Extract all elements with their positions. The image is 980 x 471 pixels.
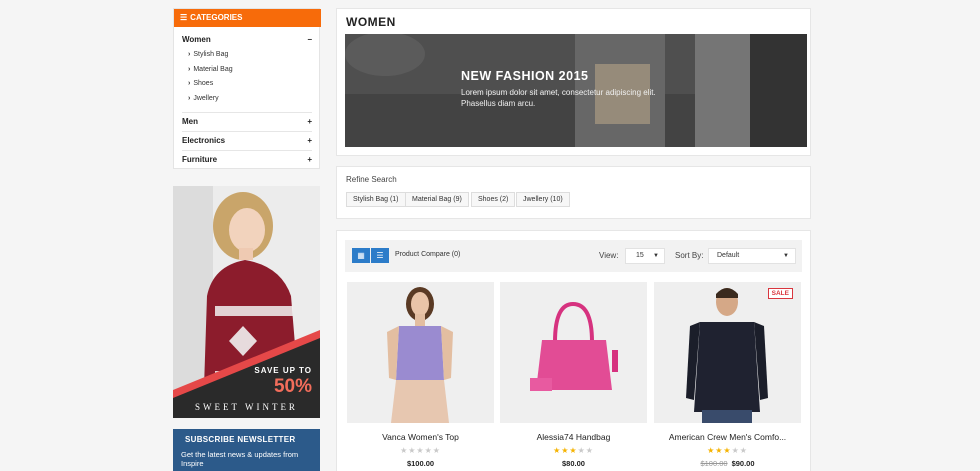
sort-select-value: Default xyxy=(717,252,740,259)
grid-icon: ▦ xyxy=(357,251,365,260)
category-label: Men xyxy=(182,117,198,126)
caret-down-icon: ▼ xyxy=(653,253,659,259)
newsletter-text: Get the latest news & updates from Inspi… xyxy=(181,450,299,468)
category-electronics[interactable]: Electronics + xyxy=(182,136,312,145)
banner-title: NEW FASHION 2015 xyxy=(461,69,589,83)
list-icon: ☰ xyxy=(376,251,384,260)
star-icon: ★★ xyxy=(577,446,594,455)
subcategory-label: Jwellery xyxy=(193,95,219,102)
promo-banner[interactable]: SAVE UP TO 50% SWEET WINTER xyxy=(173,186,320,418)
divider xyxy=(182,150,312,151)
chevron-right-icon: › xyxy=(188,80,191,87)
view-label: View: xyxy=(599,251,619,260)
product-image[interactable]: SALE xyxy=(654,282,801,423)
rating-stars: ★★★★★ xyxy=(500,446,647,455)
page-title: WOMEN xyxy=(346,15,396,29)
rating-stars: ★★★★★ xyxy=(654,446,801,455)
categories-title: CATEGORIES xyxy=(190,13,243,22)
product-price: $80.00 xyxy=(562,459,585,468)
product-price: $100.00 xyxy=(406,459,435,468)
womens-top-photo xyxy=(347,282,494,423)
refine-chip-jwellery[interactable]: Jwellery (10) xyxy=(516,192,570,207)
expand-icon[interactable]: + xyxy=(307,136,312,145)
sale-badge: SALE xyxy=(767,288,793,299)
subcategory-label: Material Bag xyxy=(193,66,233,73)
chevron-right-icon: › xyxy=(188,66,191,73)
product-name[interactable]: Alessia74 Handbag xyxy=(500,432,647,442)
star-icon: ★★★ xyxy=(553,446,578,455)
product-name[interactable]: American Crew Men's Comfo... xyxy=(654,432,801,442)
product-compare-link[interactable]: Product Compare (0) xyxy=(395,251,460,258)
product-name[interactable]: Vanca Women's Top xyxy=(347,432,494,442)
grid-view-button[interactable]: ▦ xyxy=(352,248,370,263)
refine-chip-shoes[interactable]: Shoes (2) xyxy=(471,192,516,207)
expand-icon[interactable]: + xyxy=(307,117,312,126)
category-women[interactable]: Women − xyxy=(182,35,312,44)
star-icon: ★★★ xyxy=(707,446,732,455)
subcategory-jwellery[interactable]: › Jwellery xyxy=(188,95,219,102)
sort-label: Sort By: xyxy=(675,251,704,260)
newsletter-title: SUBSCRIBE NEWSLETTER xyxy=(185,435,296,444)
categories-header: ☰ CATEGORIES xyxy=(174,9,321,27)
view-select[interactable]: 15 ▼ xyxy=(625,248,665,264)
refine-chip-stylish-bag[interactable]: Stylish Bag (1) xyxy=(346,192,406,207)
chevron-right-icon: › xyxy=(188,51,191,58)
category-furniture[interactable]: Furniture + xyxy=(182,155,312,164)
star-icon: ★★ xyxy=(731,446,748,455)
product-image[interactable] xyxy=(347,282,494,423)
mens-shirt-photo xyxy=(654,282,801,423)
promo-line-1: SAVE UP TO xyxy=(254,366,312,375)
listing-toolbar: ▦ ☰ Product Compare (0) View: 15 ▼ Sort … xyxy=(345,240,802,272)
subcategory-label: Shoes xyxy=(193,80,214,87)
caret-down-icon: ▼ xyxy=(783,253,789,259)
category-label: Women xyxy=(182,35,211,44)
expand-icon[interactable]: + xyxy=(307,155,312,164)
product-price: $90.00 xyxy=(731,459,755,468)
list-view-button[interactable]: ☰ xyxy=(371,248,389,263)
product-image[interactable] xyxy=(500,282,647,423)
category-banner: NEW FASHION 2015 Lorem ipsum dolor sit a… xyxy=(345,34,807,147)
refine-search-label: Refine Search xyxy=(346,175,397,184)
chevron-right-icon: › xyxy=(188,95,191,102)
menu-icon: ☰ xyxy=(180,13,188,22)
subcategory-material-bag[interactable]: › Material Bag xyxy=(188,66,233,73)
promo-line-2: 50% xyxy=(273,376,312,397)
product-price-group: $100.00 $90.00 xyxy=(654,459,801,468)
banner-text-line-1: Lorem ipsum dolor sit amet, consectetur … xyxy=(461,88,656,97)
refine-chip-material-bag[interactable]: Material Bag (9) xyxy=(405,192,469,207)
banner-text-line-2: Phasellus diam arcu. xyxy=(461,99,536,108)
divider xyxy=(182,112,312,113)
categories-panel: ☰ CATEGORIES Women − › Stylish Bag › Materi… xyxy=(173,8,321,169)
subcategory-label: Stylish Bag xyxy=(193,51,229,58)
divider xyxy=(182,131,312,132)
collapse-icon[interactable]: − xyxy=(307,35,312,44)
subcategory-shoes[interactable]: › Shoes xyxy=(188,80,213,87)
newsletter-box: SUBSCRIBE NEWSLETTER Get the latest news… xyxy=(173,429,320,471)
category-label: Furniture xyxy=(182,155,218,164)
category-men[interactable]: Men + xyxy=(182,117,312,126)
sort-select[interactable]: Default ▼ xyxy=(708,248,796,264)
rating-stars: ★★★★★ xyxy=(347,446,494,455)
promo-line-3: SWEET WINTER xyxy=(195,402,298,412)
view-select-value: 15 xyxy=(636,252,644,259)
old-price: $100.00 xyxy=(700,459,728,468)
handbag-photo xyxy=(500,282,647,423)
star-icon: ★★★★★ xyxy=(400,446,441,455)
subcategory-stylish-bag[interactable]: › Stylish Bag xyxy=(188,51,228,58)
category-label: Electronics xyxy=(182,136,226,145)
